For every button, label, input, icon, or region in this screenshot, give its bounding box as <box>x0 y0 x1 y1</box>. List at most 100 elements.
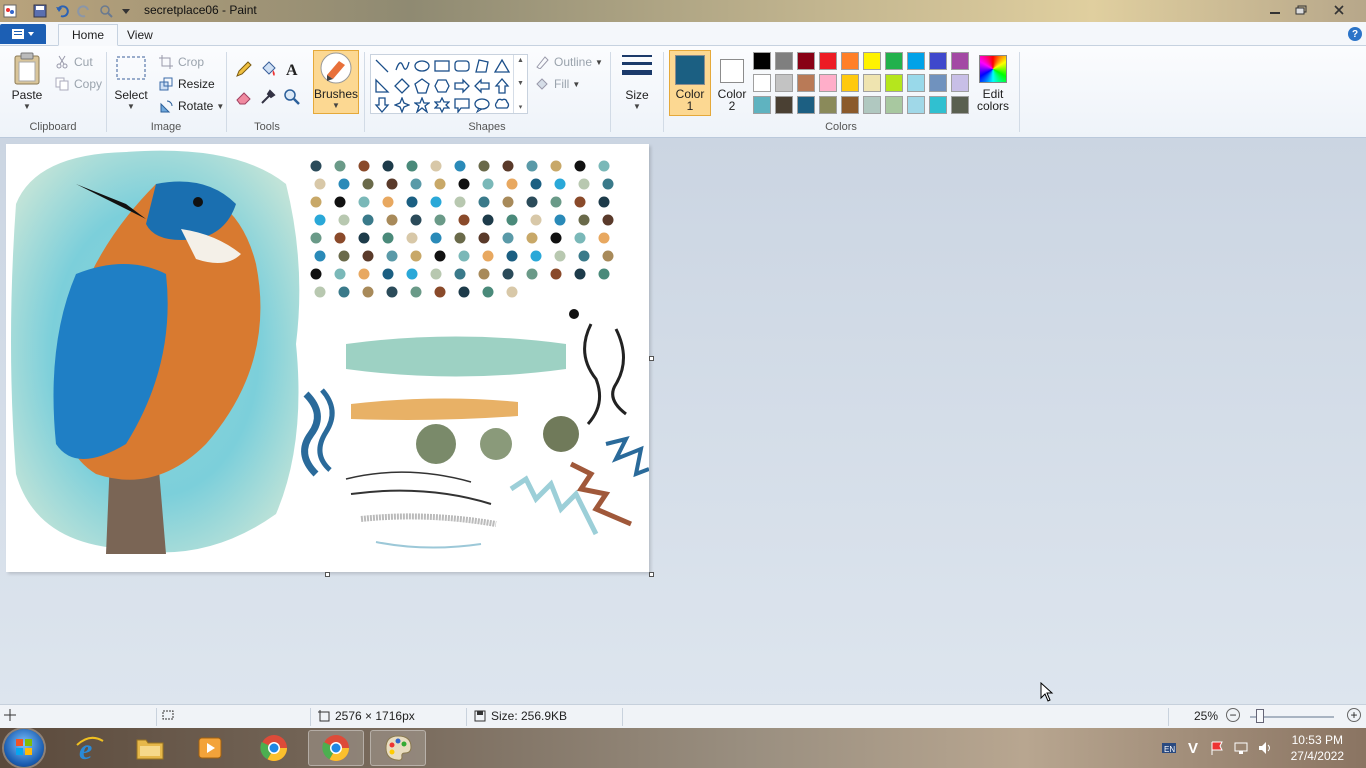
palette-color-swatch[interactable] <box>907 52 925 70</box>
taskbar-chrome-open[interactable] <box>308 730 364 766</box>
crop-button[interactable]: Crop <box>158 54 204 70</box>
palette-color-swatch[interactable] <box>951 96 969 114</box>
language-tray-icon[interactable]: EN <box>1160 739 1178 757</box>
help-icon[interactable]: ? <box>1348 27 1362 41</box>
palette-color-swatch[interactable] <box>863 52 881 70</box>
zoom-qa-icon[interactable] <box>98 3 114 19</box>
brushes-button[interactable]: Brushes ▼ <box>313 50 359 114</box>
fill-tool[interactable] <box>257 58 278 79</box>
resize-handle-bottom[interactable] <box>325 572 330 577</box>
outline-button[interactable]: Outline ▼ <box>534 54 603 70</box>
network-tray-icon[interactable] <box>1232 739 1250 757</box>
palette-color-swatch[interactable] <box>797 52 815 70</box>
palette-color-swatch[interactable] <box>841 74 859 92</box>
rectangle-shape-icon[interactable] <box>433 57 451 75</box>
undo-icon[interactable] <box>54 3 70 19</box>
taskbar-clock[interactable]: 10:53 PM 27/4/2022 <box>1291 732 1344 764</box>
tab-home[interactable]: Home <box>58 24 119 46</box>
taskbar-file-explorer[interactable] <box>122 730 178 766</box>
palette-color-swatch[interactable] <box>753 52 771 70</box>
cut-button[interactable]: Cut <box>54 54 93 70</box>
oval-callout-shape-icon[interactable] <box>473 96 491 114</box>
palette-color-swatch[interactable] <box>819 52 837 70</box>
palette-color-swatch[interactable] <box>907 74 925 92</box>
copy-button[interactable]: Copy <box>54 76 102 92</box>
palette-color-swatch[interactable] <box>797 96 815 114</box>
customize-qa-icon[interactable] <box>118 3 134 19</box>
right-arrow-shape-icon[interactable] <box>453 77 471 95</box>
palette-color-swatch[interactable] <box>775 74 793 92</box>
maximize-button[interactable] <box>1286 1 1316 19</box>
paint-menu-button[interactable] <box>0 24 46 44</box>
resize-handle-corner[interactable] <box>649 572 654 577</box>
v-tray-icon[interactable]: V <box>1184 739 1202 757</box>
palette-color-swatch[interactable] <box>841 52 859 70</box>
shapes-scroll[interactable]: ▲ ▼ ▾ <box>513 55 527 113</box>
left-arrow-shape-icon[interactable] <box>473 77 491 95</box>
palette-color-swatch[interactable] <box>775 52 793 70</box>
line-shape-icon[interactable] <box>373 57 391 75</box>
close-button[interactable] <box>1324 1 1354 19</box>
color1-selector[interactable]: Color 1 <box>669 50 711 116</box>
up-arrow-shape-icon[interactable] <box>493 77 511 95</box>
five-point-star-shape-icon[interactable] <box>413 96 431 114</box>
palette-color-swatch[interactable] <box>951 74 969 92</box>
taskbar-chrome[interactable] <box>246 730 302 766</box>
taskbar-paint-open[interactable] <box>370 730 426 766</box>
down-arrow-shape-icon[interactable] <box>373 96 391 114</box>
save-icon[interactable] <box>32 3 48 19</box>
resize-button[interactable]: Resize <box>158 76 215 92</box>
palette-color-swatch[interactable] <box>797 74 815 92</box>
four-point-star-shape-icon[interactable] <box>393 96 411 114</box>
workspace[interactable] <box>0 138 1366 704</box>
size-button[interactable]: Size ▼ <box>617 52 657 111</box>
start-button[interactable] <box>4 729 44 767</box>
palette-color-swatch[interactable] <box>885 52 903 70</box>
tab-view[interactable]: View <box>114 24 166 46</box>
oval-shape-icon[interactable] <box>413 57 431 75</box>
palette-color-swatch[interactable] <box>885 74 903 92</box>
eraser-tool[interactable] <box>233 86 254 107</box>
paste-button[interactable]: Paste ▼ <box>8 52 46 111</box>
redo-icon[interactable] <box>76 3 92 19</box>
palette-color-swatch[interactable] <box>951 52 969 70</box>
palette-color-swatch[interactable] <box>753 74 771 92</box>
taskbar-internet-explorer[interactable]: e <box>62 730 118 766</box>
rounded-rectangle-shape-icon[interactable] <box>453 57 471 75</box>
cloud-callout-shape-icon[interactable] <box>493 96 511 114</box>
color2-selector[interactable]: Color 2 <box>711 50 753 116</box>
diamond-shape-icon[interactable] <box>393 77 411 95</box>
pentagon-shape-icon[interactable] <box>413 77 431 95</box>
taskbar-media-player[interactable] <box>182 730 238 766</box>
polygon-shape-icon[interactable] <box>473 57 491 75</box>
palette-color-swatch[interactable] <box>819 74 837 92</box>
select-button[interactable]: Select ▼ <box>114 56 148 111</box>
text-tool[interactable]: A <box>281 58 302 79</box>
palette-color-swatch[interactable] <box>753 96 771 114</box>
resize-handle-right[interactable] <box>649 356 654 361</box>
rectangular-callout-shape-icon[interactable] <box>453 96 471 114</box>
drawing-canvas[interactable] <box>6 144 649 572</box>
palette-color-swatch[interactable] <box>929 52 947 70</box>
right-triangle-shape-icon[interactable] <box>373 77 391 95</box>
magnifier-tool[interactable] <box>281 86 302 107</box>
palette-color-swatch[interactable] <box>929 74 947 92</box>
zoom-in-button[interactable]: + <box>1347 708 1361 722</box>
palette-color-swatch[interactable] <box>863 74 881 92</box>
triangle-shape-icon[interactable] <box>493 57 511 75</box>
zoom-slider-thumb[interactable] <box>1256 709 1264 723</box>
zoom-out-button[interactable]: − <box>1226 708 1240 722</box>
palette-color-swatch[interactable] <box>929 96 947 114</box>
palette-color-swatch[interactable] <box>885 96 903 114</box>
hexagon-shape-icon[interactable] <box>433 77 451 95</box>
palette-color-swatch[interactable] <box>841 96 859 114</box>
palette-color-swatch[interactable] <box>819 96 837 114</box>
six-point-star-shape-icon[interactable] <box>433 96 451 114</box>
color-picker-tool[interactable] <box>257 86 278 107</box>
palette-color-swatch[interactable] <box>907 96 925 114</box>
pencil-tool[interactable] <box>233 58 254 79</box>
palette-color-swatch[interactable] <box>775 96 793 114</box>
fill-button[interactable]: Fill ▼ <box>534 76 580 92</box>
action-center-flag-icon[interactable] <box>1208 739 1226 757</box>
rotate-button[interactable]: Rotate ▼ <box>158 98 224 114</box>
